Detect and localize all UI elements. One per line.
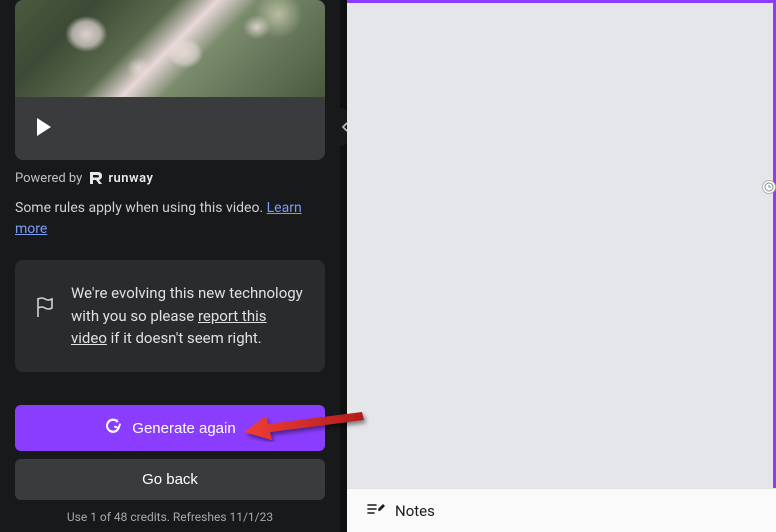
powered-by-row: Powered by runway [0, 160, 340, 192]
clock-icon [762, 180, 776, 194]
generate-again-label: Generate again [132, 420, 235, 437]
credits-text: Use 1 of 48 credits. Refreshes 11/1/23 [15, 508, 325, 528]
play-icon[interactable] [35, 117, 53, 141]
refresh-icon [104, 417, 122, 439]
rules-text: Some rules apply when using this video. … [0, 192, 340, 254]
info-text: We're evolving this new technology with … [71, 282, 305, 350]
sidebar: Powered by runway Some rules apply when … [0, 0, 340, 532]
generate-again-button[interactable]: Generate again [15, 405, 325, 451]
canvas-area: Notes [347, 0, 776, 532]
video-thumbnail [15, 0, 325, 97]
panel-divider [340, 0, 347, 532]
video-preview[interactable] [15, 0, 325, 160]
rules-prefix: Some rules apply when using this video. [15, 200, 267, 216]
info-suffix: if it doesn't seem right. [107, 329, 262, 347]
runway-brand-text: runway [108, 171, 153, 186]
info-box: We're evolving this new technology with … [15, 260, 325, 372]
notes-icon [365, 500, 385, 522]
runway-logo: runway [88, 170, 153, 186]
flag-icon [35, 282, 55, 322]
notes-label: Notes [395, 502, 435, 520]
canvas-viewport[interactable] [347, 0, 776, 488]
button-stack: Generate again Go back Use 1 of 48 credi… [0, 405, 340, 532]
go-back-label: Go back [142, 471, 198, 488]
info-prefix: We're evolving this new technology with … [71, 284, 303, 325]
notes-bar[interactable]: Notes [347, 488, 776, 532]
go-back-button[interactable]: Go back [15, 459, 325, 500]
powered-by-label: Powered by [15, 171, 82, 186]
video-controls [15, 97, 325, 160]
